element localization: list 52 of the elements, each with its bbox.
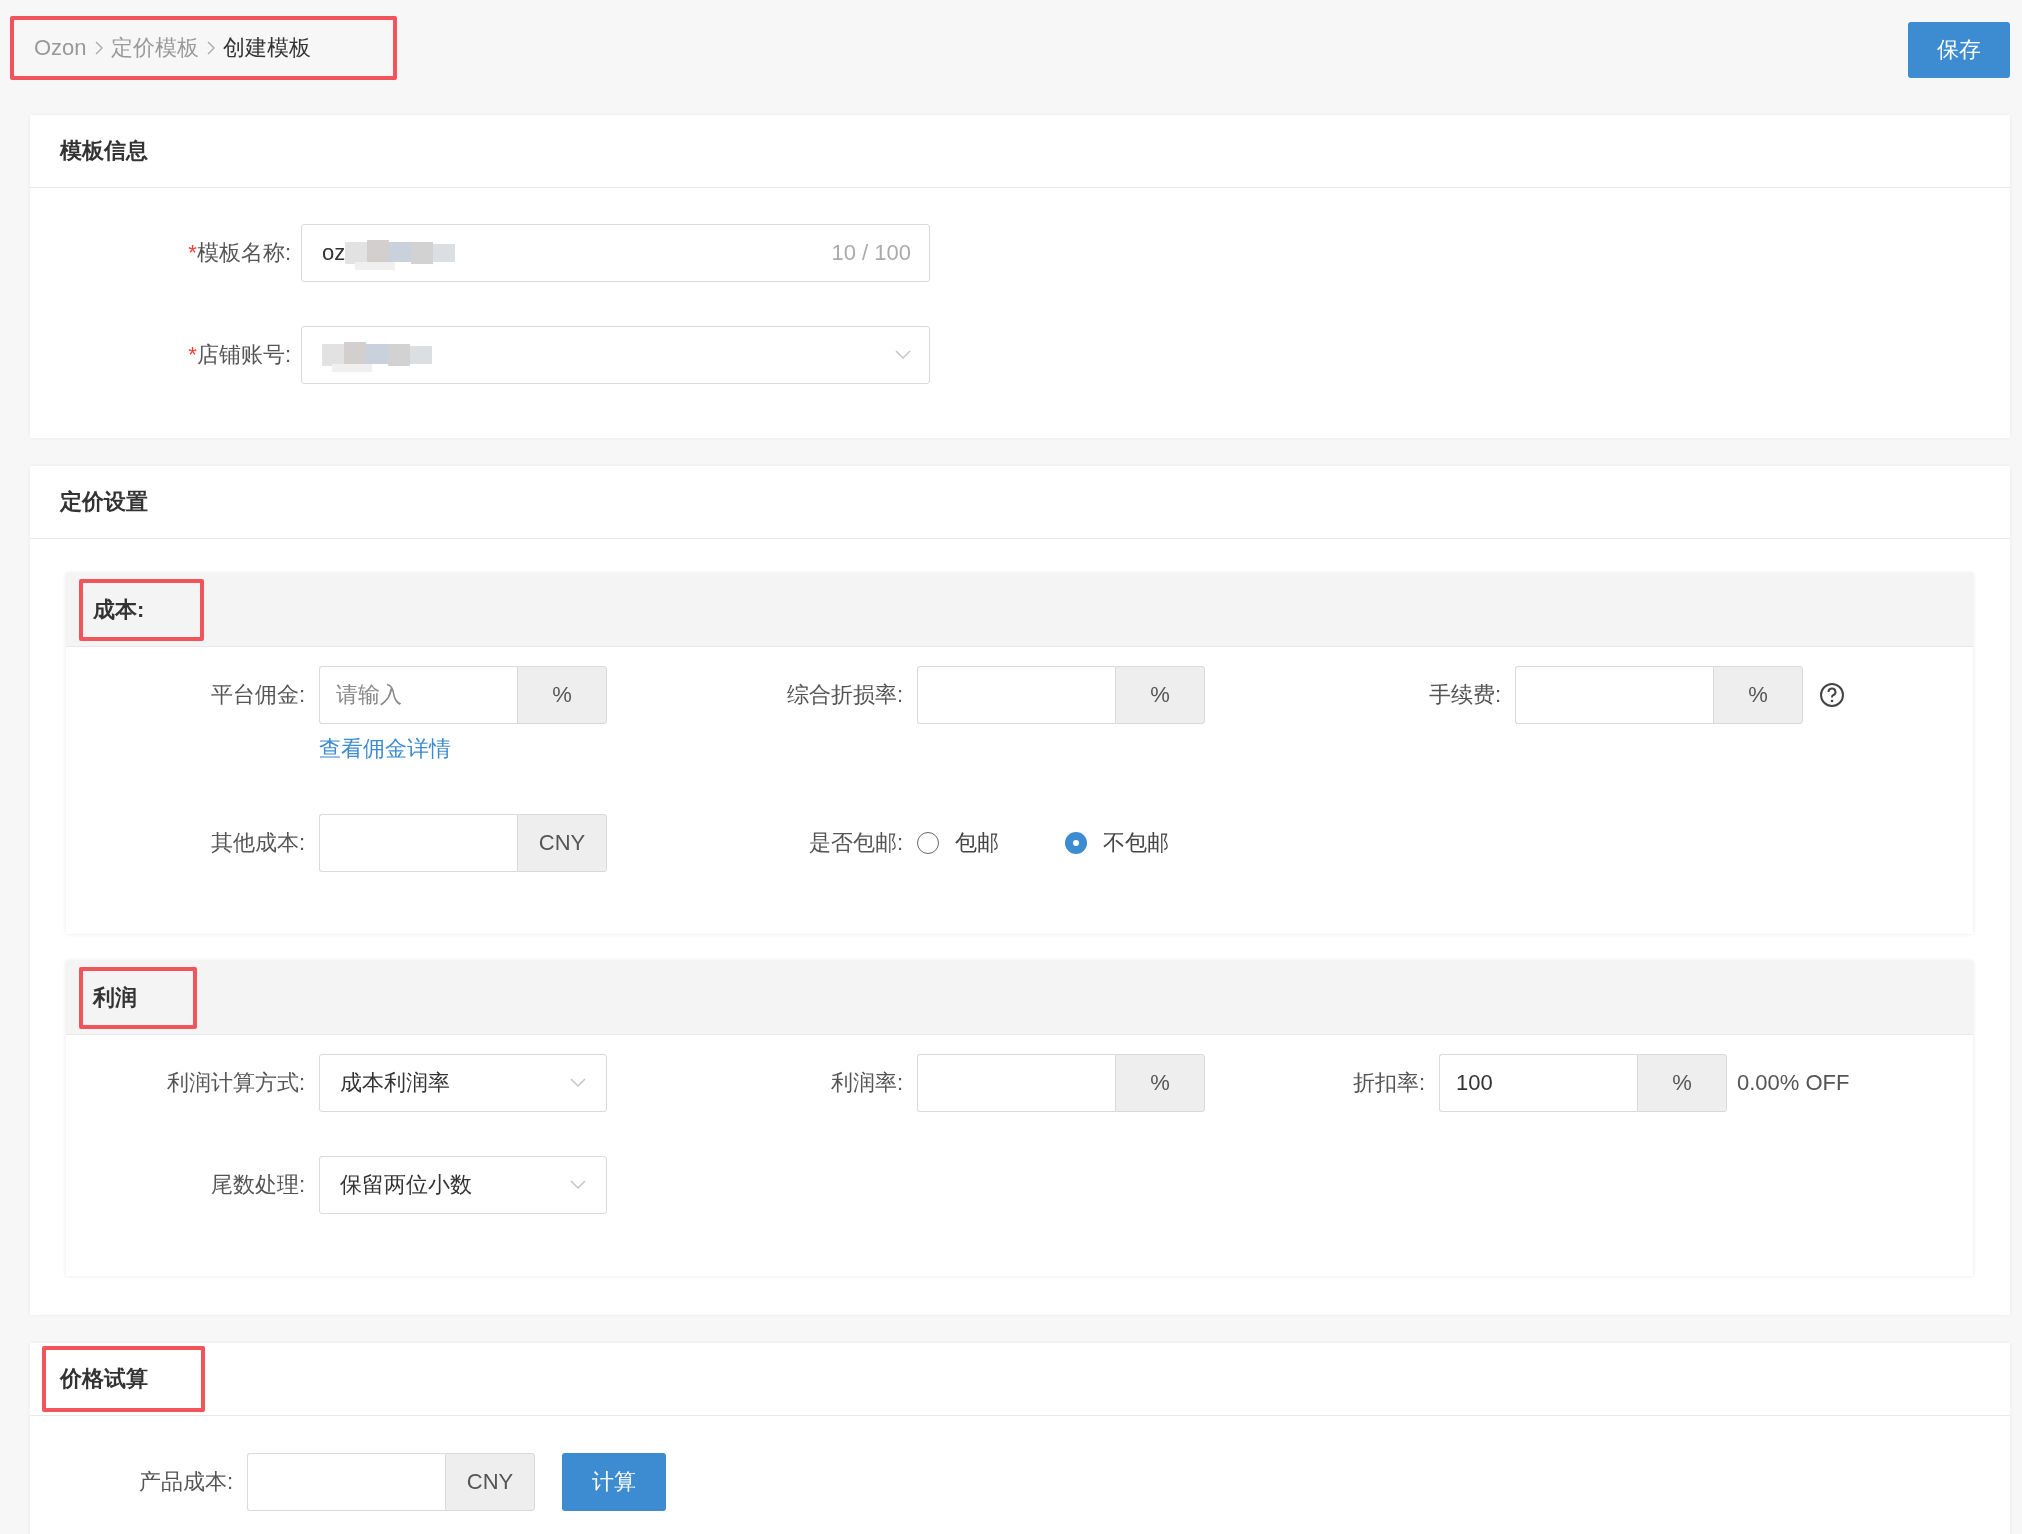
input-field[interactable]: [917, 666, 1115, 724]
field-label: 利润率:: [830, 1070, 903, 1095]
breadcrumb-link[interactable]: 创建模板: [222, 33, 311, 63]
section-title: 模板信息: [60, 137, 148, 165]
help-icon[interactable]: [1819, 682, 1845, 708]
input-field[interactable]: [917, 1054, 1115, 1112]
field-label: *店铺账号:: [188, 342, 291, 367]
chevron-right-icon: [94, 41, 103, 55]
select-value: 成本利润率: [340, 1069, 450, 1097]
unit-addon: CNY: [517, 814, 607, 872]
input-field[interactable]: 请输入: [319, 666, 517, 724]
character-counter: 10 / 100: [831, 240, 911, 266]
radio-option[interactable]: 包邮: [917, 828, 999, 858]
field-label: 综合折损率:: [786, 682, 903, 707]
field-label: 其他成本:: [210, 830, 305, 855]
chevron-right-icon: [206, 41, 215, 55]
field-label: 手续费:: [1428, 682, 1501, 707]
field-label: 产品成本:: [138, 1469, 233, 1494]
discount-note: 0.00% OFF: [1737, 1070, 1850, 1096]
input-field[interactable]: [319, 814, 517, 872]
field-label: *模板名称:: [188, 240, 291, 265]
input-field[interactable]: oz 10 / 100: [301, 224, 930, 282]
unit-addon: %: [1115, 1054, 1205, 1112]
input-value: oz: [322, 240, 346, 266]
select-field[interactable]: [301, 326, 930, 384]
section-title: 成本:: [93, 596, 145, 622]
chevron-down-icon: [895, 350, 911, 360]
select-value: 保留两位小数: [340, 1171, 472, 1199]
calculate-button[interactable]: 计算: [562, 1453, 666, 1511]
input-field[interactable]: [247, 1453, 445, 1511]
input-field[interactable]: 100: [1439, 1054, 1637, 1112]
section-title: 利润: [93, 984, 137, 1010]
commission-details-link[interactable]: 查看佣金详情: [319, 734, 607, 764]
section-title: 价格试算: [60, 1366, 148, 1391]
select-field[interactable]: 成本利润率: [319, 1054, 607, 1112]
radio-option[interactable]: 不包邮: [1065, 828, 1169, 858]
field-label: 利润计算方式:: [166, 1070, 305, 1095]
select-field[interactable]: 保留两位小数: [319, 1156, 607, 1214]
field-label: 尾数处理:: [210, 1172, 305, 1197]
section-title: 定价设置: [60, 488, 148, 516]
field-label: 平台佣金:: [210, 682, 305, 707]
field-label: 折扣率:: [1352, 1070, 1425, 1095]
unit-addon: %: [517, 666, 607, 724]
unit-addon: %: [1713, 666, 1803, 724]
field-label: 是否包邮:: [808, 830, 903, 855]
save-button[interactable]: 保存: [1908, 22, 2010, 78]
unit-addon: CNY: [445, 1453, 535, 1511]
unit-addon: %: [1637, 1054, 1727, 1112]
unit-addon: %: [1115, 666, 1205, 724]
chevron-down-icon: [570, 1180, 586, 1190]
input-field[interactable]: [1515, 666, 1713, 724]
chevron-down-icon: [570, 1078, 586, 1088]
